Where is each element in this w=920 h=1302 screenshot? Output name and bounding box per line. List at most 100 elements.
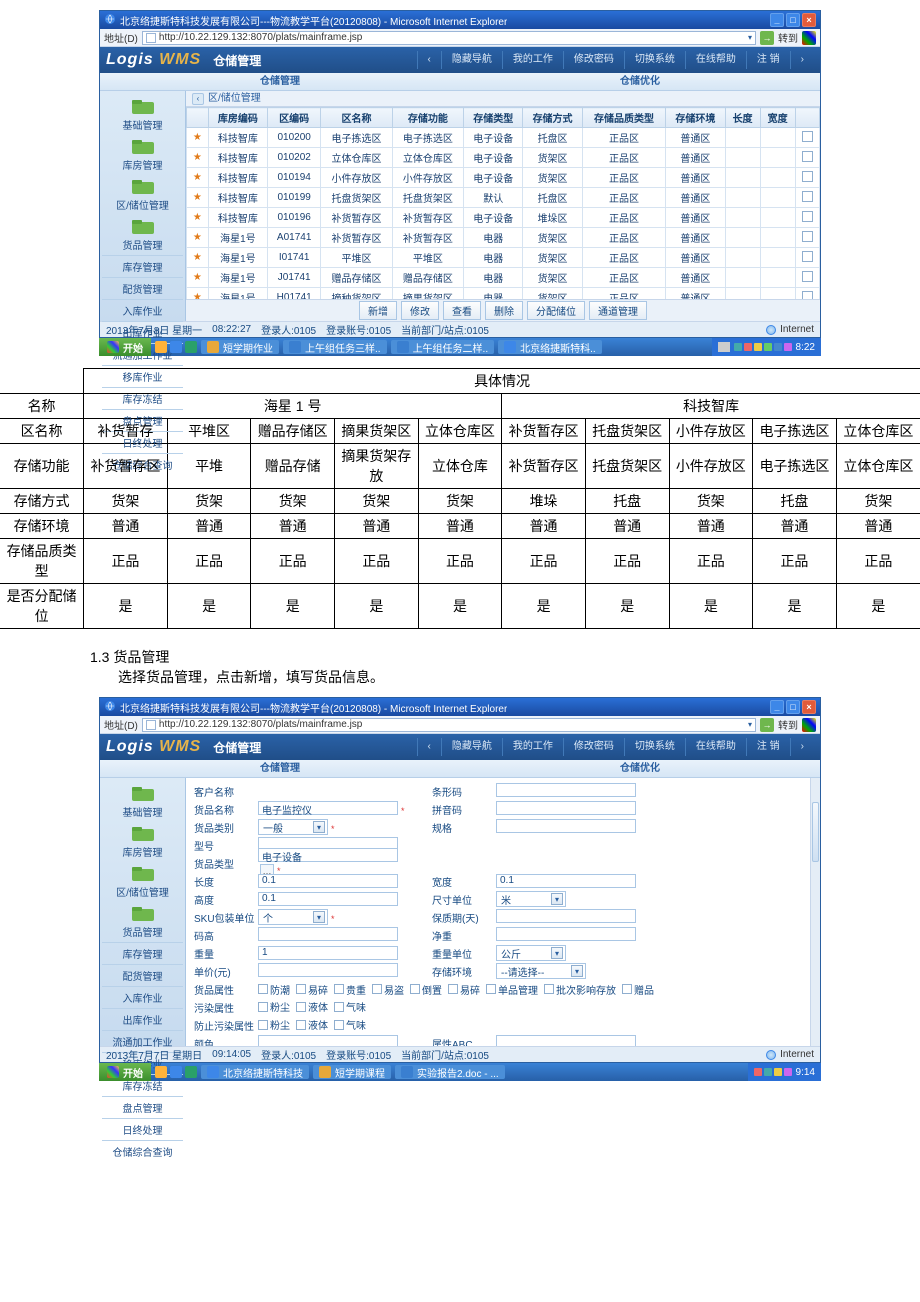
sidebar-item-dayend[interactable]: 日终处理	[102, 1118, 183, 1140]
topnav-help[interactable]: 在线帮助	[685, 51, 746, 69]
add-button[interactable]: 新增	[359, 301, 397, 320]
sidebar-item-freeze[interactable]: 库存冻结	[102, 387, 183, 409]
ql-icon[interactable]	[170, 341, 182, 353]
taskbar-task[interactable]: 上午组任务二样..	[391, 340, 495, 354]
topnav-mywork[interactable]: 我的工作	[502, 738, 563, 756]
row-checkbox[interactable]	[802, 171, 813, 182]
chevron-down-icon[interactable]: ▾	[748, 33, 752, 42]
scroll-thumb[interactable]	[812, 802, 819, 862]
input-pinyin[interactable]	[496, 801, 636, 815]
checkbox-批次影响存放[interactable]: 批次影响存放	[544, 982, 616, 997]
sidebar-item-count[interactable]: 盘点管理	[102, 1096, 183, 1118]
taskbar-task[interactable]: 短学期作业	[201, 340, 279, 354]
edit-button[interactable]: 修改	[401, 301, 439, 320]
start-button[interactable]: 开始	[99, 1063, 151, 1081]
delete-button[interactable]: 删除	[485, 301, 523, 320]
select-sku[interactable]: 个▾	[258, 909, 328, 925]
ie-titlebar[interactable]: 北京络捷斯特科技发展有限公司---物流教学平台(20120808) - Micr…	[100, 11, 820, 29]
row-checkbox[interactable]	[802, 151, 813, 162]
topnav-hidebar[interactable]: 隐藏导航	[441, 51, 502, 69]
select-env[interactable]: --请选择--▾	[496, 963, 586, 979]
table-row[interactable]: ★科技智库010196补货暂存区补货暂存区电子设备堆垛区正品区普通区	[187, 208, 820, 228]
sidebar-item-zone[interactable]: 区/储位管理	[102, 175, 183, 215]
checkbox-液体[interactable]: 液体	[296, 999, 328, 1014]
sidebar-item-warehouse[interactable]: 库房管理	[102, 135, 183, 175]
input-weight[interactable]: 1	[258, 946, 398, 960]
address-input[interactable]: http://10.22.129.132:8070/plats/mainfram…	[142, 718, 756, 732]
sidebar-item-pick[interactable]: 配货管理	[102, 964, 183, 986]
sidebar-item-stock[interactable]: 库存管理	[102, 255, 183, 277]
sidebar-item-inbound[interactable]: 入库作业	[102, 986, 183, 1008]
checkbox-易碎[interactable]: 易碎	[296, 982, 328, 997]
checkbox-易碎[interactable]: 易碎	[448, 982, 480, 997]
table-row[interactable]: ★科技智库010202立体仓库区立体仓库区电子设备货架区正品区普通区	[187, 148, 820, 168]
sidebar-item-outbound[interactable]: 出库作业	[102, 1008, 183, 1030]
assign-slot-button[interactable]: 分配储位	[527, 301, 585, 320]
topnav-logout[interactable]: 注 销	[746, 738, 790, 756]
ql-icon[interactable]	[170, 1066, 182, 1078]
breadcrumb-back-icon[interactable]: ‹	[192, 93, 204, 105]
vertical-scrollbar[interactable]	[810, 778, 820, 1046]
ql-icon[interactable]	[155, 1066, 167, 1078]
checkbox-易盗[interactable]: 易盗	[372, 982, 404, 997]
sidebar-item-stock[interactable]: 库存管理	[102, 942, 183, 964]
sidebar-item-zone[interactable]: 区/储位管理	[102, 862, 183, 902]
select-category[interactable]: 一般▾	[258, 819, 328, 835]
address-input[interactable]: http://10.22.129.132:8070/plats/mainfram…	[142, 31, 756, 45]
sidebar-item-move[interactable]: 移库作业	[102, 365, 183, 387]
ql-icon[interactable]	[185, 1066, 197, 1078]
checkbox-倒置[interactable]: 倒置	[410, 982, 442, 997]
topnav-logout[interactable]: 注 销	[746, 51, 790, 69]
row-checkbox[interactable]	[802, 211, 813, 222]
table-row[interactable]: ★科技智库010199托盘货架区托盘货架区默认托盘区正品区普通区	[187, 188, 820, 208]
subtab-warehouse-opt[interactable]: 仓储优化	[460, 73, 820, 90]
topnav-back-button[interactable]: ‹	[417, 738, 441, 756]
table-row[interactable]: ★科技智库010194小件存放区小件存放区电子设备货架区正品区普通区	[187, 168, 820, 188]
select-wt-unit[interactable]: 公斤▾	[496, 945, 566, 961]
input-shelf[interactable]	[496, 909, 636, 923]
checkbox-气味[interactable]: 气味	[334, 999, 366, 1014]
checkbox-液体[interactable]: 液体	[296, 1017, 328, 1032]
row-checkbox[interactable]	[802, 291, 813, 300]
go-button[interactable]: →	[760, 718, 774, 732]
topnav-back-button[interactable]: ‹	[417, 51, 441, 69]
topnav-fwd-button[interactable]: ›	[790, 738, 814, 756]
subtab-warehouse-mgmt[interactable]: 仓储管理	[100, 760, 460, 777]
taskbar-task[interactable]: 实验报告2.doc - ...	[395, 1065, 505, 1079]
topnav-changepw[interactable]: 修改密码	[563, 51, 624, 69]
win-maximize-button[interactable]: □	[786, 700, 800, 714]
topnav-hidebar[interactable]: 隐藏导航	[441, 738, 502, 756]
topnav-help[interactable]: 在线帮助	[685, 738, 746, 756]
input-net[interactable]	[496, 927, 636, 941]
input-price[interactable]	[258, 963, 398, 977]
subtab-warehouse-mgmt[interactable]: 仓储管理	[100, 73, 460, 90]
ql-icon[interactable]	[185, 341, 197, 353]
row-checkbox[interactable]	[802, 251, 813, 262]
topnav-changepw[interactable]: 修改密码	[563, 738, 624, 756]
taskbar-task[interactable]: 上午组任务三样..	[283, 340, 387, 354]
row-checkbox[interactable]	[802, 231, 813, 242]
view-button[interactable]: 查看	[443, 301, 481, 320]
sidebar-item-basic[interactable]: 基础管理	[102, 782, 183, 822]
row-checkbox[interactable]	[802, 191, 813, 202]
input-length[interactable]: 0.1	[258, 874, 398, 888]
input-abc-attr[interactable]	[496, 1035, 636, 1047]
table-row[interactable]: ★科技智库010200电子拣选区电子拣选区电子设备托盘区正品区普通区	[187, 128, 820, 148]
taskbar-task[interactable]: 短学期课程	[313, 1065, 391, 1079]
win-minimize-button[interactable]: _	[770, 700, 784, 714]
channel-mgmt-button[interactable]: 通道管理	[589, 301, 647, 320]
input-code[interactable]	[258, 927, 398, 941]
ie-titlebar[interactable]: 北京络捷斯特科技发展有限公司---物流教学平台(20120808) - Micr…	[100, 698, 820, 716]
topnav-mywork[interactable]: 我的工作	[502, 51, 563, 69]
checkbox-赠品[interactable]: 赠品	[622, 982, 654, 997]
checkbox-单品管理[interactable]: 单品管理	[486, 982, 538, 997]
sidebar-item-goods[interactable]: 货品管理	[102, 215, 183, 255]
row-checkbox[interactable]	[802, 271, 813, 282]
table-row[interactable]: ★海星1号H01741摘种货架区摘果货架区电器货架区正品区普通区	[187, 288, 820, 300]
topnav-fwd-button[interactable]: ›	[790, 51, 814, 69]
row-checkbox[interactable]	[802, 131, 813, 142]
sidebar-item-goods[interactable]: 货品管理	[102, 902, 183, 942]
tray-icon[interactable]	[718, 342, 730, 352]
win-maximize-button[interactable]: □	[786, 13, 800, 27]
sidebar-item-pick[interactable]: 配货管理	[102, 277, 183, 299]
